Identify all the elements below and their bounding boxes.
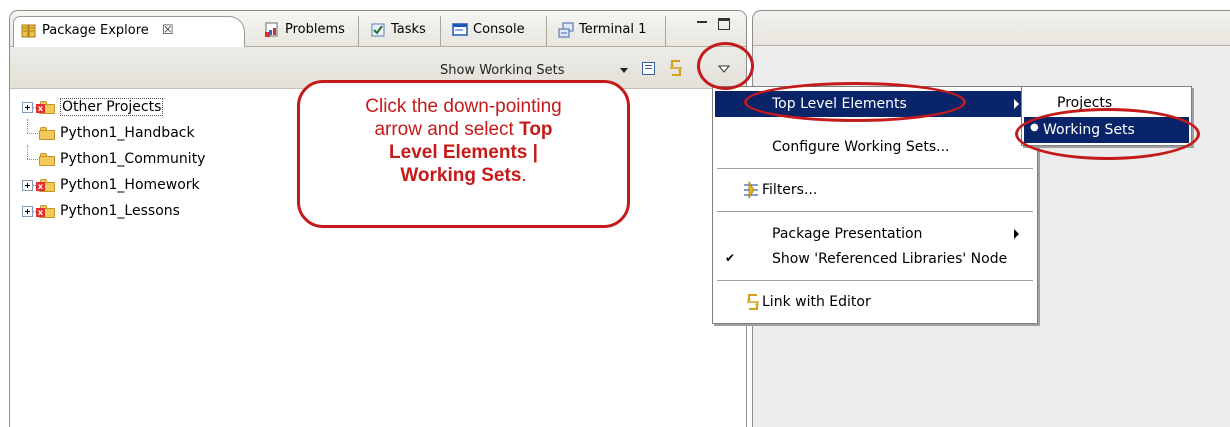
- tab-tasks[interactable]: Tasks: [363, 16, 441, 47]
- show-working-sets-text: Show Working Sets: [440, 63, 565, 75]
- link-with-editor-icon[interactable]: [667, 59, 685, 77]
- callout-line-4: Working Sets.: [300, 164, 627, 187]
- filters-icon: [742, 180, 762, 200]
- terminal-icon: [558, 22, 574, 38]
- view-tab-bar: Package Explore ☒ Problems Tasks Console: [10, 11, 746, 47]
- project-folder-icon: x: [36, 178, 56, 192]
- tree-item-other-projects[interactable]: x Other Projects: [22, 95, 164, 119]
- tree-item-label: Python1_Lessons: [60, 203, 180, 219]
- tree-connector: [22, 145, 33, 171]
- link-with-editor-icon: [744, 293, 762, 311]
- callout-bold-text: Working Sets: [400, 165, 522, 186]
- tree-item-label: Other Projects: [60, 98, 164, 116]
- menu-item-label: Show 'Referenced Libraries' Node: [772, 251, 1008, 267]
- tab-label: Console: [473, 22, 525, 37]
- annotation-circle-view-menu: [697, 42, 754, 90]
- callout-line-1: Click the down-pointing: [365, 96, 562, 117]
- tree-item-python1-lessons[interactable]: x Python1_Lessons: [22, 199, 180, 223]
- tab-label: Terminal 1: [579, 22, 647, 37]
- submenu-arrow-icon: [1014, 99, 1019, 109]
- tree-item-python1-handback[interactable]: Python1_Handback: [22, 119, 195, 145]
- minimize-icon: [697, 21, 707, 23]
- instruction-callout: Click the down-pointing arrow and select…: [297, 80, 630, 228]
- project-folder-icon: x: [36, 100, 56, 114]
- menu-item-link-with-editor[interactable]: Link with Editor: [715, 289, 1035, 315]
- show-working-sets-label: Show Working Sets: [440, 61, 564, 75]
- tab-label: Package Explore: [42, 23, 149, 38]
- project-folder-icon: [39, 152, 56, 166]
- menu-separator: [717, 211, 1033, 213]
- project-folder-icon: x: [36, 204, 56, 218]
- tree-connector: [22, 119, 33, 145]
- tree-item-label: Python1_Handback: [60, 125, 195, 141]
- menu-item-label: Link with Editor: [762, 294, 871, 310]
- editor-tab-strip: [753, 11, 1230, 46]
- callout-text: arrow and select: [374, 119, 520, 140]
- project-folder-icon: [39, 126, 56, 140]
- callout-bold-text: Top: [519, 119, 553, 140]
- tree-item-python1-homework[interactable]: x Python1_Homework: [22, 173, 200, 197]
- callout-line-3: Level Elements |: [300, 141, 627, 164]
- menu-separator: [717, 168, 1033, 170]
- problems-icon: [264, 22, 280, 38]
- view-menu: Top Level Elements Configure Working Set…: [712, 86, 1038, 324]
- expand-icon[interactable]: [22, 101, 33, 113]
- tab-package-explorer[interactable]: Package Explore ☒: [13, 16, 245, 47]
- minimize-view-button[interactable]: [696, 17, 708, 29]
- console-icon: [452, 22, 468, 38]
- close-tab-icon[interactable]: ☒: [162, 23, 174, 38]
- menu-item-configure-working-sets[interactable]: Configure Working Sets...: [715, 134, 1035, 160]
- menu-item-package-presentation[interactable]: Package Presentation: [715, 221, 1035, 247]
- submenu-arrow-icon: [1014, 229, 1019, 239]
- expand-icon[interactable]: [22, 205, 33, 217]
- menu-separator: [717, 280, 1033, 282]
- tab-terminal[interactable]: Terminal 1: [551, 16, 666, 47]
- collapse-all-icon[interactable]: [642, 62, 655, 75]
- menu-item-show-referenced-libraries[interactable]: ✔ Show 'Referenced Libraries' Node: [715, 246, 1035, 272]
- annotation-circle-working-sets: [1015, 108, 1200, 160]
- tasks-icon: [370, 22, 386, 38]
- expand-icon[interactable]: [22, 179, 33, 191]
- tree-item-label: Python1_Homework: [60, 177, 200, 193]
- maximize-view-button[interactable]: [718, 18, 730, 30]
- tab-label: Tasks: [391, 22, 426, 37]
- annotation-circle-top-level-elements: [744, 82, 966, 122]
- menu-item-label: Package Presentation: [772, 226, 923, 242]
- dropdown-arrow-icon[interactable]: [620, 68, 628, 73]
- tree-item-python1-community[interactable]: Python1_Community: [22, 145, 206, 171]
- menu-item-label: Filters...: [762, 182, 818, 198]
- menu-item-filters[interactable]: Filters...: [715, 177, 1035, 203]
- tab-problems[interactable]: Problems: [257, 16, 359, 47]
- menu-item-label: Configure Working Sets...: [772, 139, 950, 155]
- tab-console[interactable]: Console: [445, 16, 547, 47]
- callout-bold-text: Level Elements |: [389, 142, 538, 163]
- tab-label: Problems: [285, 22, 345, 37]
- package-explorer-icon: [21, 23, 37, 39]
- callout-line-2: arrow and select Top: [300, 118, 627, 141]
- check-icon: ✔: [725, 251, 736, 265]
- callout-text: .: [521, 165, 527, 186]
- tree-item-label: Python1_Community: [60, 151, 206, 167]
